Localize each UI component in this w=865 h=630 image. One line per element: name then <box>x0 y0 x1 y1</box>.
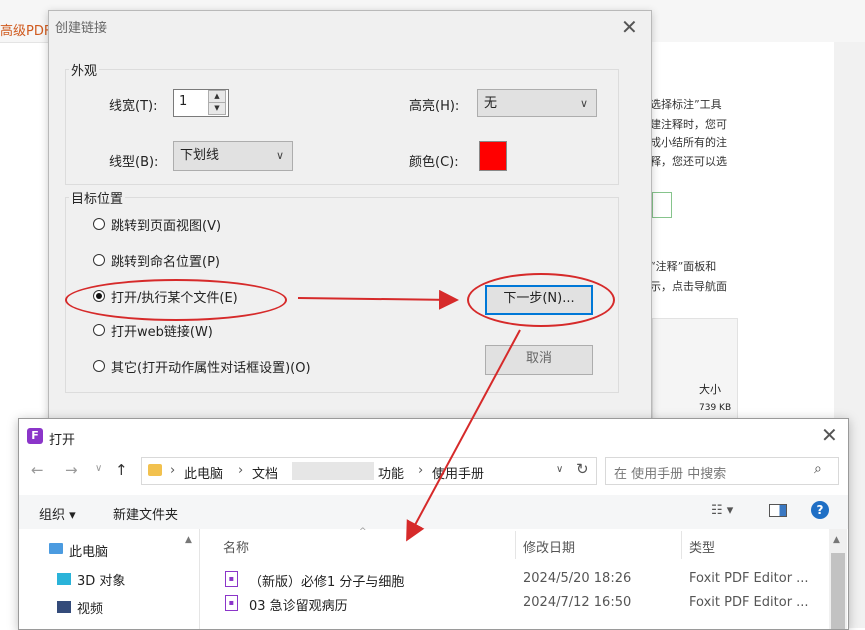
annotation-arrows <box>297 289 521 542</box>
annotation-arrow-to-next <box>297 289 459 310</box>
annotation-arrow-to-file-list <box>406 329 521 542</box>
